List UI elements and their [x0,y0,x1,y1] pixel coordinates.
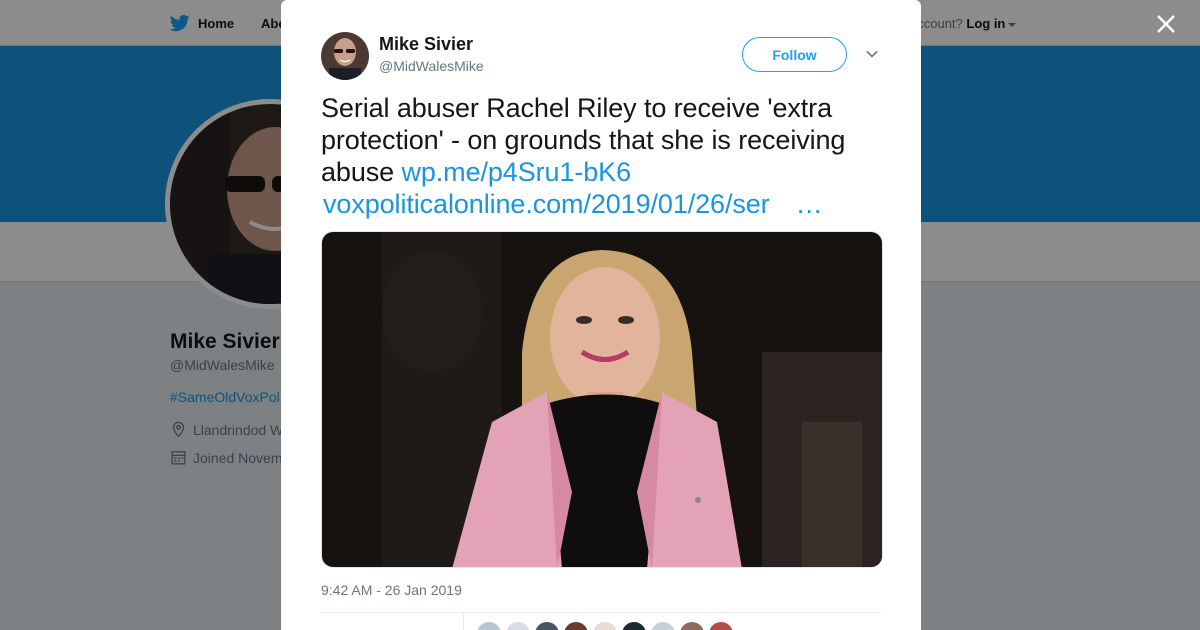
tweet-author-name[interactable]: Mike Sivier [379,34,473,55]
liker-avatar[interactable] [709,622,733,630]
liker-avatar[interactable] [506,622,530,630]
liker-avatar[interactable] [622,622,646,630]
chevron-down-icon[interactable] [864,46,880,62]
liker-avatar[interactable] [593,622,617,630]
tweet-divider [321,612,881,613]
tweet-timestamp[interactable]: 9:42 AM - 26 Jan 2019 [321,582,462,598]
tweet-author-handle[interactable]: @MidWalesMike [379,58,484,74]
follow-button[interactable]: Follow [742,37,847,72]
tweet-modal: Mike Sivier @MidWalesMike Follow Serial … [281,0,921,630]
liker-avatar[interactable] [651,622,675,630]
liker-avatar[interactable] [564,622,588,630]
likers-avatar-row [477,622,733,630]
tweet-short-link[interactable]: wp.me/p4Sru1-bK6 [401,157,631,187]
tweet-article-link[interactable]: voxpoliticalonline.com/2019/01/26/ser … [323,188,823,220]
tweet-article-link-text: voxpoliticalonline.com/2019/01/26/ser [323,189,770,219]
tweet-article-link-ellipsis: … [795,189,823,219]
close-icon[interactable] [1152,10,1180,38]
tweet-author-avatar[interactable] [321,32,369,80]
tweet-stats-divider [463,613,464,630]
liker-avatar[interactable] [535,622,559,630]
tweet-photo-image [322,232,882,567]
tweet-photo[interactable] [321,231,883,568]
liker-avatar[interactable] [680,622,704,630]
liker-avatar[interactable] [477,622,501,630]
tweet-author-avatar-image [321,32,369,80]
tweet-text: Serial abuser Rachel Riley to receive 'e… [321,92,881,220]
